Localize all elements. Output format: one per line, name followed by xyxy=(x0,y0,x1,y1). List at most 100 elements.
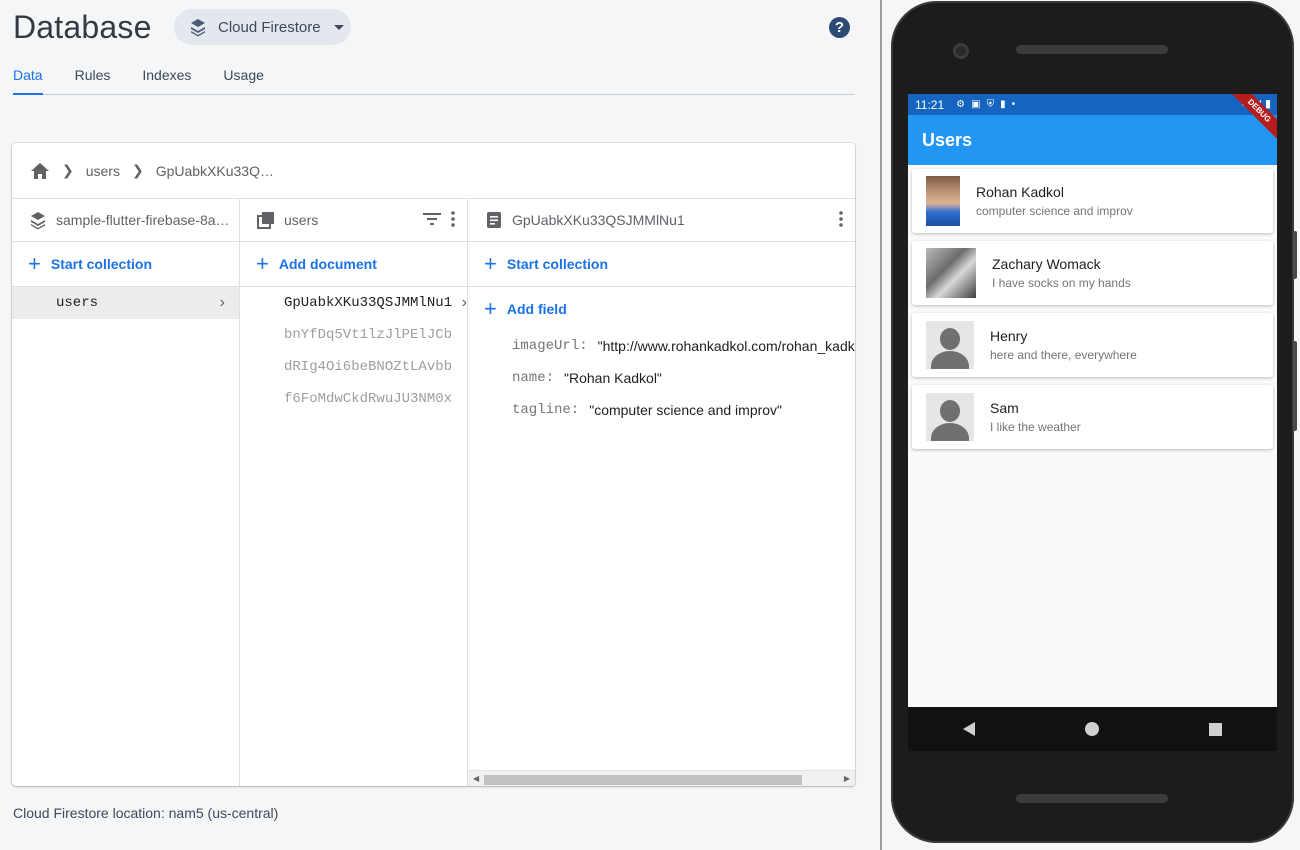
user-name: Sam xyxy=(990,400,1019,416)
field-row[interactable]: tagline: "computer science and improv" xyxy=(468,394,855,426)
person-icon xyxy=(926,393,974,441)
add-field-button[interactable]: + Add field xyxy=(468,287,855,330)
collection-item-users[interactable]: users › xyxy=(12,287,239,319)
plus-icon: + xyxy=(256,251,269,276)
tab-rules[interactable]: Rules xyxy=(75,65,111,95)
user-name: Zachary Womack xyxy=(992,256,1101,272)
tab-usage[interactable]: Usage xyxy=(223,65,263,95)
list-item[interactable]: Rohan Kadkol computer science and improv xyxy=(912,169,1273,233)
status-time: 11:21 xyxy=(915,97,945,112)
avatar xyxy=(926,176,960,226)
start-collection-label: Start collection xyxy=(50,256,152,272)
collection-icon xyxy=(257,212,274,229)
start-collection-label: Start collection xyxy=(506,256,608,272)
breadcrumb-collection[interactable]: users xyxy=(86,163,120,179)
document-id: GpUabkXKu33QSJMMlNu1 xyxy=(284,295,453,311)
scrollbar-thumb[interactable] xyxy=(484,775,802,785)
volume-button[interactable] xyxy=(1293,341,1297,431)
status-bar: 11:21 ⚙ ▣ ⛨ ▮ • ▼ ◢ ▮ DEBUG xyxy=(908,94,1277,145)
home-icon[interactable] xyxy=(1085,722,1099,736)
person-icon xyxy=(926,321,974,369)
user-tagline: I have socks on my hands xyxy=(992,276,1131,290)
document-item[interactable]: f6FoMdwCkdRwuJU3NM0x xyxy=(240,383,467,415)
database-selector[interactable]: Cloud Firestore xyxy=(174,9,351,45)
collection-name: users xyxy=(284,212,319,228)
scroll-left-icon[interactable]: ◀ xyxy=(473,774,479,783)
chevron-down-icon xyxy=(333,24,344,30)
user-tagline: I like the weather xyxy=(990,420,1081,434)
field-row[interactable]: imageUrl: "http://www.rohankadkol.com/ro… xyxy=(468,330,855,362)
document-id: dRIg4Oi6beBNOZtLAvbb xyxy=(284,359,453,375)
power-button[interactable] xyxy=(1293,231,1297,279)
start-subcollection-button[interactable]: + Start collection xyxy=(468,242,855,287)
database-selector-label: Cloud Firestore xyxy=(218,18,321,36)
list-item[interactable]: Henry here and there, everywhere xyxy=(912,313,1273,377)
chevron-right-icon: › xyxy=(461,294,467,311)
document-name: GpUabkXKu33QSJMMlNu1 xyxy=(512,212,685,228)
document-column: GpUabkXKu33QSJMMlNu1 + Start collection … xyxy=(468,199,855,786)
scroll-right-icon[interactable]: ▶ xyxy=(844,774,850,783)
earpiece-speaker xyxy=(1016,45,1168,54)
back-icon[interactable] xyxy=(963,722,975,736)
firestore-icon xyxy=(191,19,205,37)
field-value: "Rohan Kadkol" xyxy=(564,370,662,386)
firestore-location: Cloud Firestore location: nam5 (us-centr… xyxy=(13,805,279,821)
document-id: bnYfDq5Vt1lzJlPElJCb xyxy=(284,327,453,343)
breadcrumb-document[interactable]: GpUabkXKu33Q… xyxy=(156,163,274,179)
help-icon[interactable]: ? xyxy=(829,17,850,38)
more-vert-icon[interactable] xyxy=(451,211,455,227)
avatar xyxy=(926,248,976,298)
plus-icon: + xyxy=(484,295,497,321)
user-name: Henry xyxy=(990,328,1028,344)
root-column-header: sample-flutter-firebase-8a… xyxy=(12,199,239,242)
field-value: "http://www.rohankadkol.com/rohan_kadk xyxy=(597,338,855,354)
home-icon[interactable] xyxy=(30,162,50,180)
horizontal-scrollbar[interactable]: ◀ ▶ xyxy=(468,770,855,786)
bottom-speaker xyxy=(1016,794,1168,803)
document-id: f6FoMdwCkdRwuJU3NM0x xyxy=(284,391,453,407)
phone-emulator: 11:21 ⚙ ▣ ⛨ ▮ • ▼ ◢ ▮ DEBUG Users Rohan … xyxy=(891,1,1297,843)
chevron-right-icon: ❯ xyxy=(62,162,74,178)
tab-indexes[interactable]: Indexes xyxy=(142,65,191,95)
data-viewer-panel: ❯ users ❯ GpUabkXKu33Q… sample-flutter-f… xyxy=(12,143,855,786)
window-divider xyxy=(880,0,882,850)
collection-column-header: users xyxy=(240,199,467,242)
user-tagline: computer science and improv xyxy=(976,204,1133,218)
field-row[interactable]: name: "Rohan Kadkol" xyxy=(468,362,855,394)
user-tagline: here and there, everywhere xyxy=(990,348,1137,362)
document-item[interactable]: dRIg4Oi6beBNOZtLAvbb xyxy=(240,351,467,383)
user-list: Rohan Kadkol computer science and improv… xyxy=(908,165,1277,461)
firestore-icon xyxy=(31,212,45,230)
collection-column: users + Add document GpUabkXKu33QSJMMlNu… xyxy=(240,199,468,786)
collection-item-label: users xyxy=(56,295,99,311)
list-item[interactable]: Sam I like the weather xyxy=(912,385,1273,449)
document-item[interactable]: bnYfDq5Vt1lzJlPElJCb xyxy=(240,319,467,351)
firebase-console: Database Cloud Firestore ? Data Rules In… xyxy=(0,0,880,850)
document-icon xyxy=(487,212,501,228)
breadcrumb: ❯ users ❯ GpUabkXKu33Q… xyxy=(12,143,855,199)
shield-icon: ⛨ xyxy=(986,99,995,110)
page-title: Database xyxy=(13,9,152,45)
plus-icon: + xyxy=(484,251,497,276)
phone-screen: 11:21 ⚙ ▣ ⛨ ▮ • ▼ ◢ ▮ DEBUG Users Rohan … xyxy=(908,94,1277,707)
user-name: Rohan Kadkol xyxy=(976,184,1064,200)
field-key: imageUrl: xyxy=(512,338,588,354)
dot-icon: • xyxy=(1011,99,1016,110)
tab-bar: Data Rules Indexes Usage xyxy=(13,65,855,95)
add-document-button[interactable]: + Add document xyxy=(240,242,467,287)
start-collection-button[interactable]: + Start collection xyxy=(12,242,239,287)
android-nav-bar xyxy=(908,707,1277,751)
filter-icon[interactable] xyxy=(423,211,441,227)
front-camera xyxy=(953,43,969,59)
field-value: "computer science and improv" xyxy=(589,402,783,418)
a-icon: ▣ xyxy=(971,99,981,110)
recent-apps-icon[interactable] xyxy=(1209,722,1222,736)
project-name: sample-flutter-firebase-8a… xyxy=(56,212,230,228)
more-vert-icon[interactable] xyxy=(839,211,843,227)
tab-data[interactable]: Data xyxy=(13,65,43,95)
field-key: name: xyxy=(512,370,555,386)
add-document-label: Add document xyxy=(278,256,377,272)
document-item[interactable]: GpUabkXKu33QSJMMlNu1 › xyxy=(240,287,467,319)
sd-card-icon: ▮ xyxy=(1000,99,1006,110)
list-item[interactable]: Zachary Womack I have socks on my hands xyxy=(912,241,1273,305)
